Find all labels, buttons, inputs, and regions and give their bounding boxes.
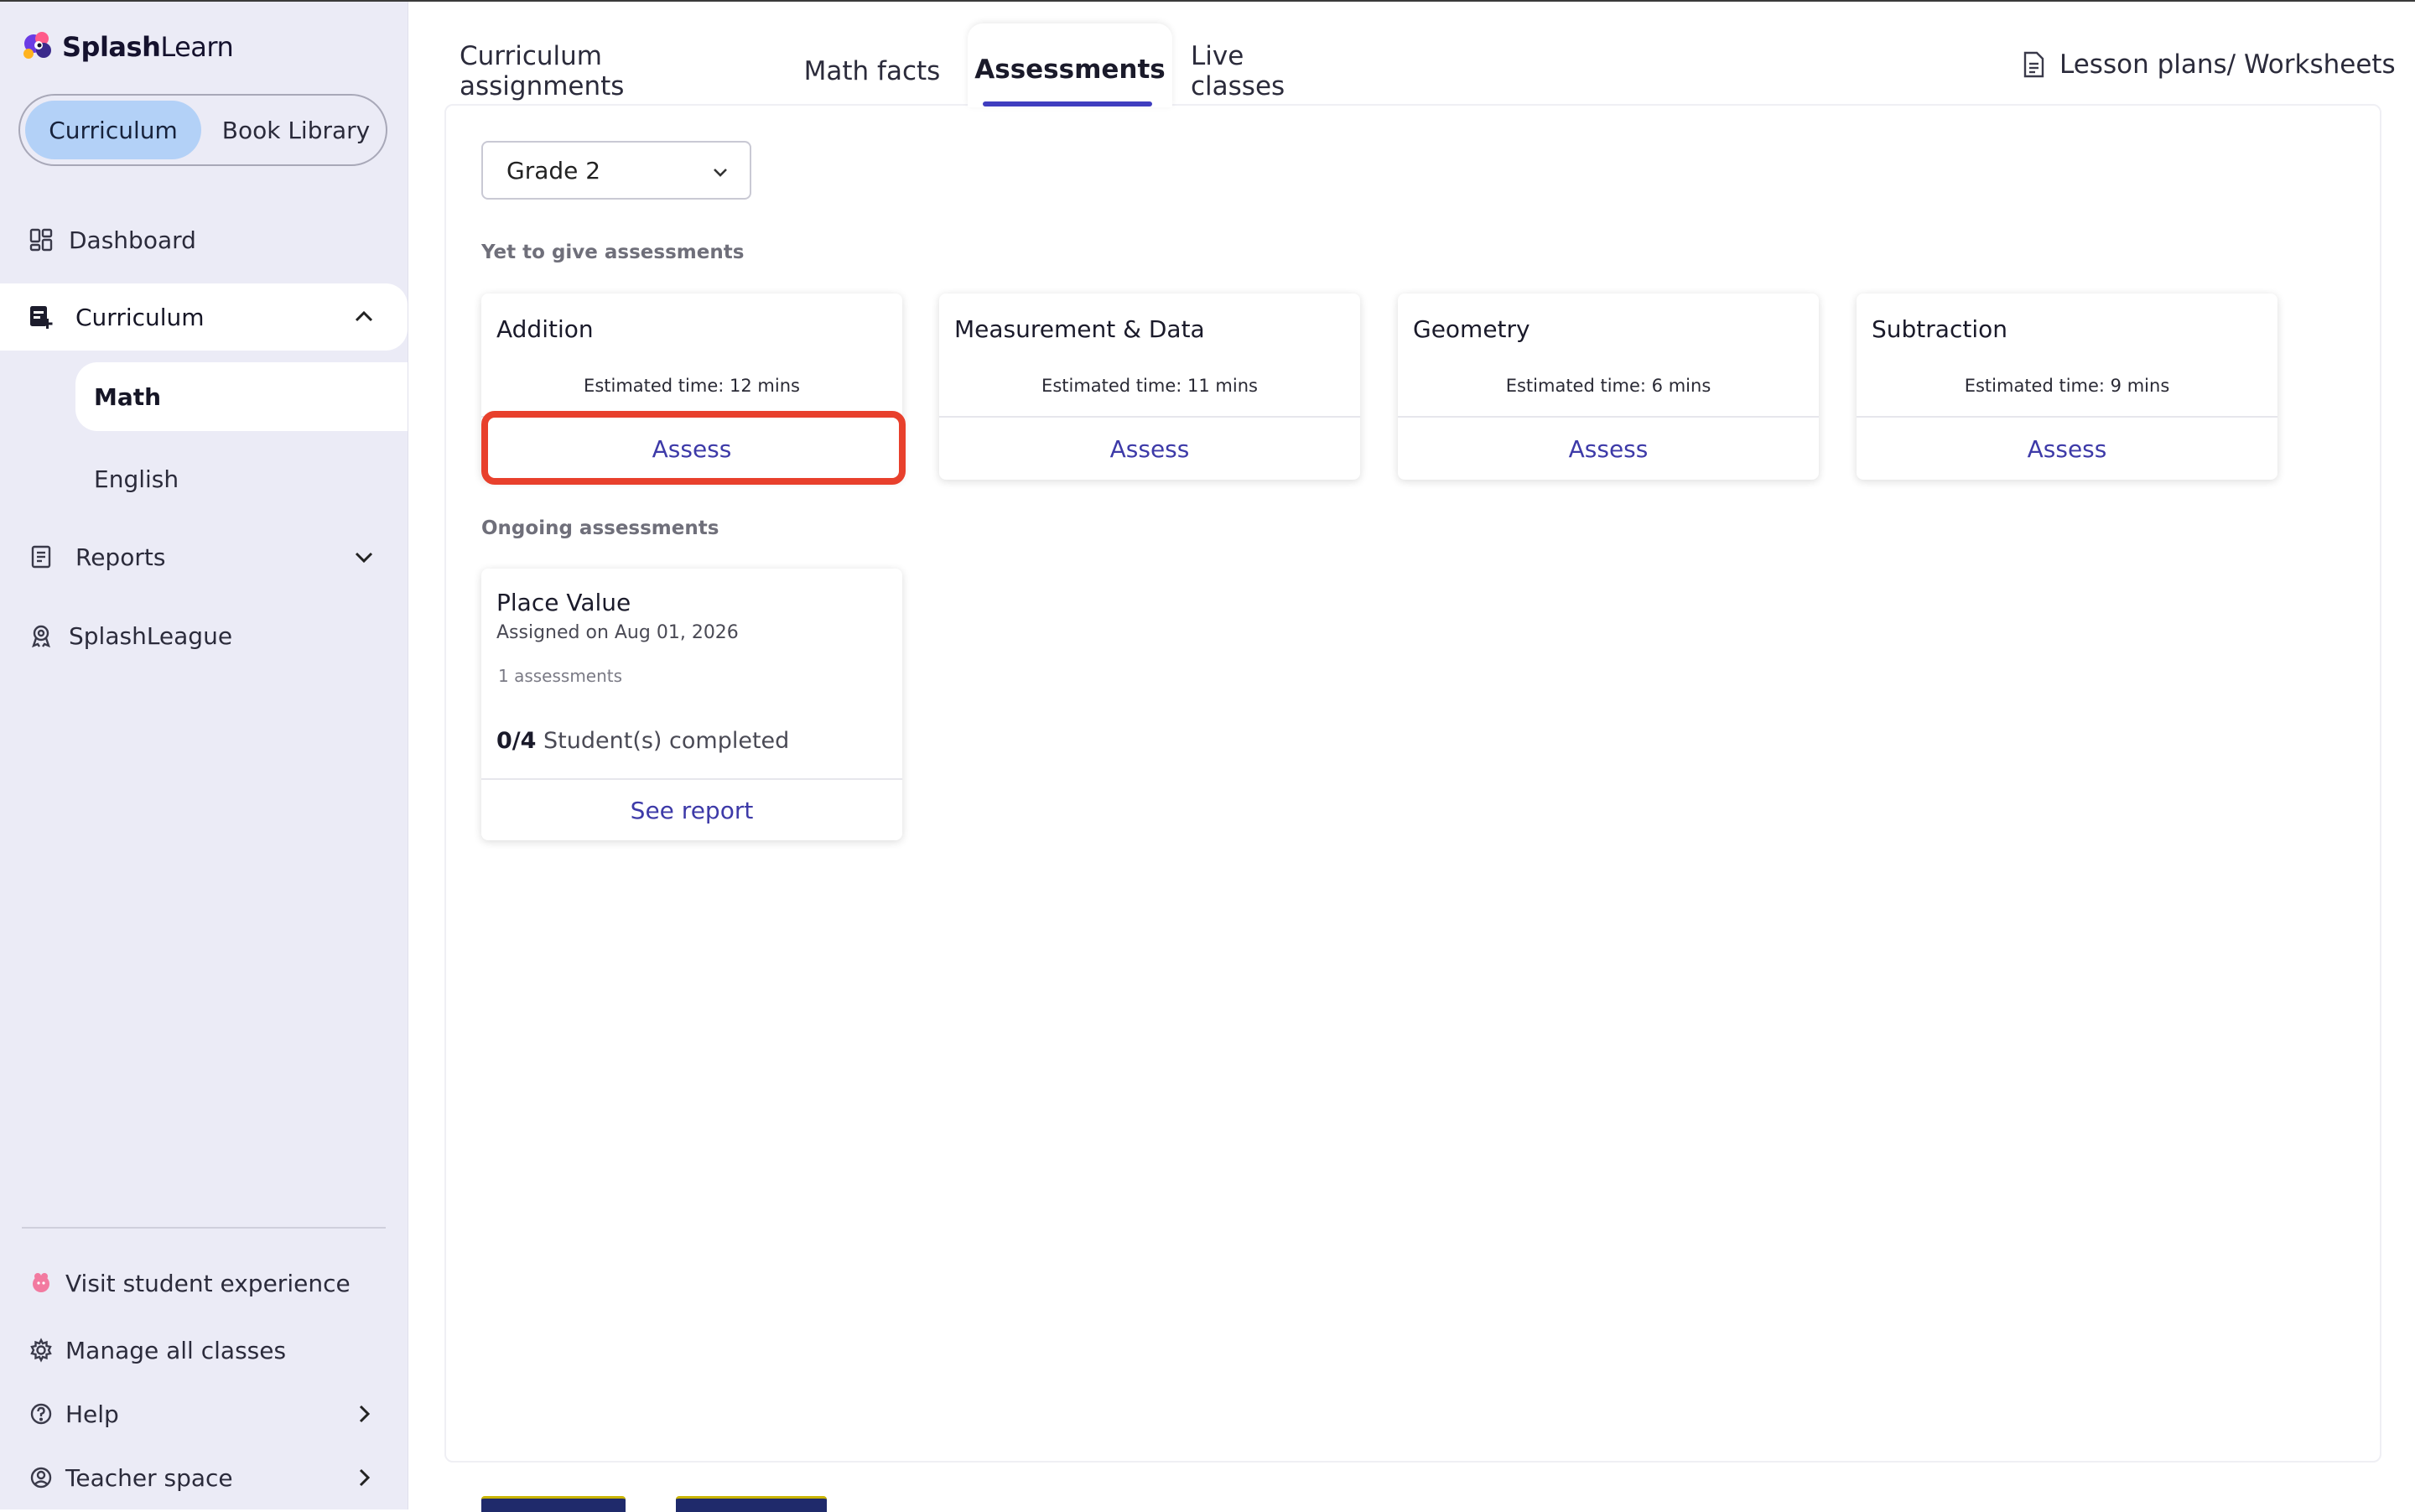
brand-name: SplashLearn [62, 31, 234, 63]
progress-value: 0/4 [496, 728, 537, 754]
progress-text: Student(s) completed [543, 728, 790, 754]
sidebar-item-label: SplashLeague [69, 621, 233, 650]
manage-all-classes-link[interactable]: Manage all classes [0, 1323, 408, 1377]
sidebar-item-label: English [94, 465, 179, 493]
card-progress: 0/4 Student(s) completed [496, 728, 789, 754]
assess-button[interactable]: Assess [939, 418, 1360, 480]
tab-curriculum-assignments[interactable]: Curriculum assignments [460, 18, 766, 107]
lesson-plans-worksheets-link[interactable]: Lesson plans/ Worksheets [2021, 45, 2396, 84]
assessment-card-addition: Addition Estimated time: 12 mins Assess [481, 294, 902, 480]
gear-icon [27, 1336, 55, 1364]
card-assessment-count: 1 assessments [498, 666, 623, 686]
sidebar-item-splashleague[interactable]: SplashLeague [0, 602, 408, 669]
card-title: Geometry [1413, 315, 1530, 343]
assessment-card-geometry: Geometry Estimated time: 6 mins Assess [1398, 294, 1819, 480]
ongoing-card-place-value: Place Value Assigned on Aug 01, 2026 1 a… [481, 569, 902, 840]
curriculum-library-toggle: Curriculum Book Library [18, 94, 387, 166]
footer-badge [481, 1496, 626, 1512]
help-icon [27, 1400, 55, 1428]
section-label-yet-to-give: Yet to give assessments [481, 242, 745, 263]
see-report-button[interactable]: See report [481, 780, 902, 840]
tab-assessments[interactable]: Assessments [968, 23, 1172, 107]
card-assigned-date: Assigned on Aug 01, 2026 [496, 622, 739, 643]
dashboard-icon [27, 226, 55, 254]
assessment-card-measurement-data: Measurement & Data Estimated time: 11 mi… [939, 294, 1360, 480]
tab-live-classes[interactable]: Live classes [1191, 18, 1342, 107]
league-badge-icon [27, 621, 55, 650]
chevron-down-icon [355, 552, 373, 564]
tab-math-facts[interactable]: Math facts [797, 18, 948, 107]
chevron-right-icon [359, 1468, 371, 1487]
card-title: Addition [496, 315, 594, 343]
assessment-card-subtraction: Subtraction Estimated time: 9 mins Asses… [1857, 294, 2277, 480]
assess-button[interactable]: Assess [1857, 418, 2277, 480]
chevron-down-icon [714, 169, 727, 177]
book-library-toggle-button[interactable]: Book Library [208, 101, 384, 159]
sidebar-divider [22, 1227, 386, 1229]
card-estimated-time: Estimated time: 6 mins [1505, 376, 1711, 396]
sidebar-item-label: Dashboard [69, 226, 196, 254]
footer-item-label: Visit student experience [65, 1269, 351, 1297]
visit-student-experience-link[interactable]: Visit student experience [0, 1256, 408, 1310]
footer-item-label: Help [65, 1400, 119, 1428]
sidebar-item-label: Reports [75, 543, 166, 571]
sidebar-item-reports[interactable]: Reports [0, 523, 408, 590]
sidebar-item-math[interactable]: Math [75, 362, 408, 431]
footer-item-label: Teacher space [65, 1463, 233, 1492]
footer-badge [676, 1496, 827, 1512]
assess-button[interactable]: Assess [481, 418, 902, 480]
card-title: Measurement & Data [954, 315, 1205, 343]
sidebar-item-english[interactable]: English [75, 444, 408, 513]
splashlearn-logo-icon [23, 32, 51, 59]
sidebar-item-dashboard[interactable]: Dashboard [0, 206, 408, 273]
chevron-right-icon [359, 1405, 371, 1423]
student-avatar-icon [27, 1269, 55, 1297]
card-estimated-time: Estimated time: 9 mins [1964, 376, 2170, 396]
card-title: Place Value [496, 589, 631, 616]
user-circle-icon [27, 1463, 55, 1492]
teacher-space-menu[interactable]: Teacher space [0, 1451, 408, 1504]
section-label-ongoing: Ongoing assessments [481, 517, 719, 539]
help-menu[interactable]: Help [0, 1387, 408, 1441]
sidebar: SplashLearn Curriculum Book Library Dash… [0, 2, 408, 1509]
footer-item-label: Manage all classes [65, 1336, 287, 1364]
document-icon [2023, 51, 2044, 78]
chevron-up-icon [355, 310, 373, 322]
grade-select-value: Grade 2 [506, 156, 601, 184]
active-tab-indicator [983, 101, 1152, 107]
reports-icon [27, 543, 55, 571]
card-estimated-time: Estimated time: 11 mins [1041, 376, 1258, 396]
sidebar-item-label: Curriculum [75, 303, 205, 331]
card-estimated-time: Estimated time: 12 mins [584, 376, 800, 396]
grade-select[interactable]: Grade 2 [481, 141, 751, 200]
curriculum-icon [27, 303, 55, 331]
sidebar-item-curriculum[interactable]: Curriculum [0, 283, 408, 351]
curriculum-toggle-button[interactable]: Curriculum [25, 101, 201, 159]
sidebar-item-label: Math [94, 382, 162, 411]
brand[interactable]: SplashLearn [18, 25, 234, 69]
assess-button[interactable]: Assess [1398, 418, 1819, 480]
lesson-link-label: Lesson plans/ Worksheets [2059, 49, 2396, 80]
card-title: Subtraction [1872, 315, 2007, 343]
